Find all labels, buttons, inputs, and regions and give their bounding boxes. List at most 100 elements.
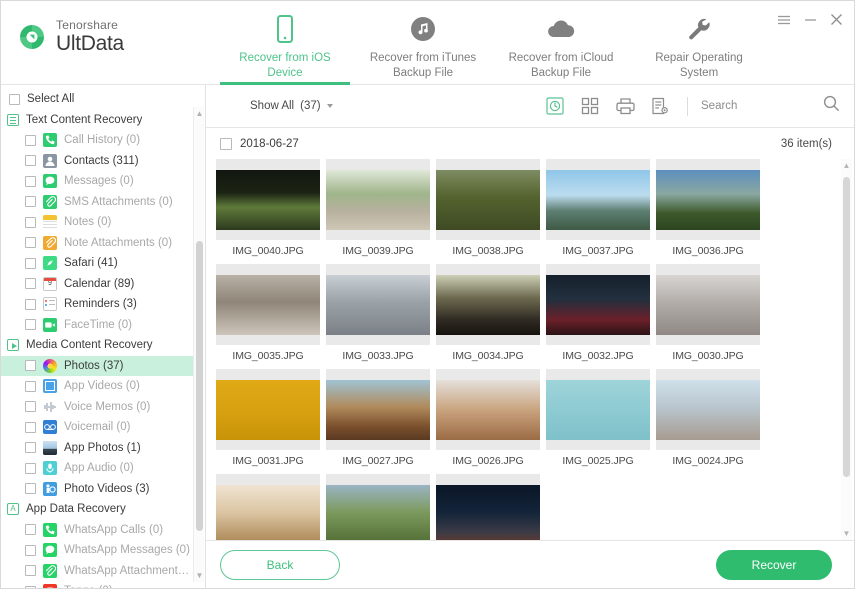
tab-recover-from-icloud-backup[interactable]: Recover from iCloud Backup File bbox=[496, 1, 626, 85]
recover-button[interactable]: Recover bbox=[716, 549, 832, 580]
item-checkbox[interactable] bbox=[25, 380, 36, 392]
sidebar-item-note-attachments-0[interactable]: Note Attachments (0) bbox=[1, 233, 193, 254]
sidebar-item-whatsapp-attachments-0[interactable]: WhatsApp Attachments (0) bbox=[1, 561, 193, 582]
back-button[interactable]: Back bbox=[220, 549, 340, 580]
photo-thumbnail[interactable] bbox=[326, 264, 430, 345]
sidebar-group-media-content-recovery[interactable]: Media Content Recovery bbox=[1, 335, 193, 356]
search-input[interactable] bbox=[701, 100, 819, 112]
show-all-dropdown[interactable]: Show All (37) bbox=[250, 100, 333, 112]
photo-thumbnail[interactable] bbox=[216, 264, 320, 345]
content-scrollbar[interactable]: ▲ ▼ bbox=[841, 159, 852, 540]
item-checkbox[interactable] bbox=[25, 401, 36, 413]
photo-thumbnail[interactable] bbox=[436, 264, 540, 345]
sidebar-item-notes-0[interactable]: Notes (0) bbox=[1, 212, 193, 233]
item-checkbox[interactable] bbox=[25, 298, 36, 310]
sidebar-item-voicemail-0[interactable]: Voicemail (0) bbox=[1, 417, 193, 438]
search-icon[interactable] bbox=[823, 95, 840, 117]
item-checkbox[interactable] bbox=[25, 544, 36, 556]
print-icon[interactable] bbox=[612, 95, 638, 117]
photo-thumbnail[interactable] bbox=[546, 159, 650, 240]
sidebar-item-whatsapp-messages-0[interactable]: WhatsApp Messages (0) bbox=[1, 540, 193, 561]
photo-cell[interactable]: IMG_0034.JPG bbox=[436, 264, 540, 369]
photo-thumbnail[interactable] bbox=[326, 369, 430, 450]
sidebar-item-calendar-89[interactable]: 9 Calendar (89) bbox=[1, 274, 193, 295]
sidebar-select-all[interactable]: Select All bbox=[1, 89, 193, 110]
photo-thumbnail[interactable] bbox=[656, 369, 760, 450]
item-checkbox[interactable] bbox=[25, 585, 36, 588]
sidebar-item-safari-41[interactable]: Safari (41) bbox=[1, 253, 193, 274]
photo-cell[interactable]: IMG_0036.JPG bbox=[656, 159, 760, 264]
minimize-icon[interactable] bbox=[804, 14, 817, 26]
photo-thumbnail[interactable] bbox=[436, 159, 540, 240]
photo-cell[interactable]: IMG_0032.JPG bbox=[546, 264, 650, 369]
sidebar-item-messages-0[interactable]: Messages (0) bbox=[1, 171, 193, 192]
photo-thumbnail[interactable] bbox=[216, 159, 320, 240]
sidebar-item-reminders-3[interactable]: Reminders (3) bbox=[1, 294, 193, 315]
photo-thumbnail[interactable] bbox=[656, 159, 760, 240]
scroll-up-arrow-icon[interactable]: ▲ bbox=[195, 109, 204, 118]
photo-thumbnail[interactable] bbox=[436, 369, 540, 450]
item-checkbox[interactable] bbox=[25, 524, 36, 536]
photo-thumbnail[interactable] bbox=[216, 474, 320, 540]
sidebar-item-photo-videos-3[interactable]: Photo Videos (3) bbox=[1, 479, 193, 500]
tab-recover-from-ios-device[interactable]: Recover from iOS Device bbox=[220, 1, 350, 85]
photo-cell[interactable]: IMG_0030.JPG bbox=[656, 264, 760, 369]
sidebar-item-whatsapp-calls-0[interactable]: WhatsApp Calls (0) bbox=[1, 520, 193, 541]
photo-cell[interactable]: IMG_0040.JPG bbox=[216, 159, 320, 264]
photo-thumbnail[interactable] bbox=[656, 264, 760, 345]
photo-cell[interactable]: IMG_0038.JPG bbox=[436, 159, 540, 264]
sidebar-scrollbar[interactable]: ▲ ▼ bbox=[193, 107, 204, 582]
item-checkbox[interactable] bbox=[25, 360, 36, 372]
photo-cell[interactable]: IMG_0027.JPG bbox=[326, 369, 430, 474]
item-checkbox[interactable] bbox=[25, 175, 36, 187]
date-group-checkbox[interactable] bbox=[220, 137, 232, 150]
photo-cell[interactable]: IMG_0025.JPG bbox=[546, 369, 650, 474]
menu-icon[interactable] bbox=[777, 14, 791, 26]
photo-cell[interactable]: IMG_0024.JPG bbox=[656, 369, 760, 474]
item-checkbox[interactable] bbox=[25, 196, 36, 208]
sidebar-item-contacts-311[interactable]: Contacts (311) bbox=[1, 151, 193, 172]
close-icon[interactable] bbox=[830, 13, 843, 26]
item-checkbox[interactable] bbox=[25, 462, 36, 474]
item-checkbox[interactable] bbox=[25, 483, 36, 495]
sidebar-item-photos-37[interactable]: Photos (37) bbox=[1, 355, 193, 376]
photo-cell[interactable]: IMG_0022.JPG bbox=[326, 474, 430, 540]
photo-cell[interactable]: IMG_0033.JPG bbox=[326, 264, 430, 369]
photo-cell[interactable]: IMG_0035.JPG bbox=[216, 264, 320, 369]
photo-cell[interactable]: IMG_0023.JPG bbox=[216, 474, 320, 540]
photo-thumbnail[interactable] bbox=[436, 474, 540, 540]
grid-view-icon[interactable] bbox=[577, 95, 603, 117]
scroll-up-arrow-icon[interactable]: ▲ bbox=[842, 161, 851, 170]
photo-thumbnail[interactable] bbox=[216, 369, 320, 450]
sidebar-item-app-videos-0[interactable]: App Videos (0) bbox=[1, 376, 193, 397]
photo-cell[interactable]: IMG_0039.JPG bbox=[326, 159, 430, 264]
scroll-down-arrow-icon[interactable]: ▼ bbox=[842, 529, 851, 538]
item-checkbox[interactable] bbox=[25, 155, 36, 167]
item-checkbox[interactable] bbox=[25, 134, 36, 146]
tab-repair-operating-system[interactable]: Repair Operating System bbox=[634, 1, 764, 85]
item-checkbox[interactable] bbox=[25, 442, 36, 454]
photo-thumbnail[interactable] bbox=[546, 264, 650, 345]
select-all-checkbox[interactable] bbox=[9, 93, 20, 105]
tab-recover-from-itunes-backup[interactable]: Recover from iTunes Backup File bbox=[358, 1, 488, 85]
item-checkbox[interactable] bbox=[25, 278, 36, 290]
photo-thumbnail[interactable] bbox=[546, 369, 650, 450]
item-checkbox[interactable] bbox=[25, 565, 36, 577]
item-checkbox[interactable] bbox=[25, 237, 36, 249]
sidebar-item-app-photos-1[interactable]: App Photos (1) bbox=[1, 438, 193, 459]
item-checkbox[interactable] bbox=[25, 257, 36, 269]
sidebar-item-facetime-0[interactable]: FaceTime (0) bbox=[1, 315, 193, 336]
photo-thumbnail[interactable] bbox=[326, 474, 430, 540]
photo-cell[interactable]: IMG_0031.JPG bbox=[216, 369, 320, 474]
photo-cell[interactable]: IMG_0037.JPG bbox=[546, 159, 650, 264]
sidebar-item-tango-0[interactable]: T Tango (0) bbox=[1, 581, 193, 588]
item-checkbox[interactable] bbox=[25, 421, 36, 433]
sidebar-item-sms-attachments-0[interactable]: SMS Attachments (0) bbox=[1, 192, 193, 213]
photo-cell[interactable]: IMG_0026.JPG bbox=[436, 369, 540, 474]
export-settings-icon[interactable] bbox=[647, 95, 673, 117]
content-scroll-thumb[interactable] bbox=[843, 177, 850, 477]
time-view-icon[interactable] bbox=[542, 95, 568, 117]
search-box[interactable] bbox=[701, 100, 819, 112]
sidebar-item-voice-memos-0[interactable]: Voice Memos (0) bbox=[1, 397, 193, 418]
item-checkbox[interactable] bbox=[25, 216, 36, 228]
